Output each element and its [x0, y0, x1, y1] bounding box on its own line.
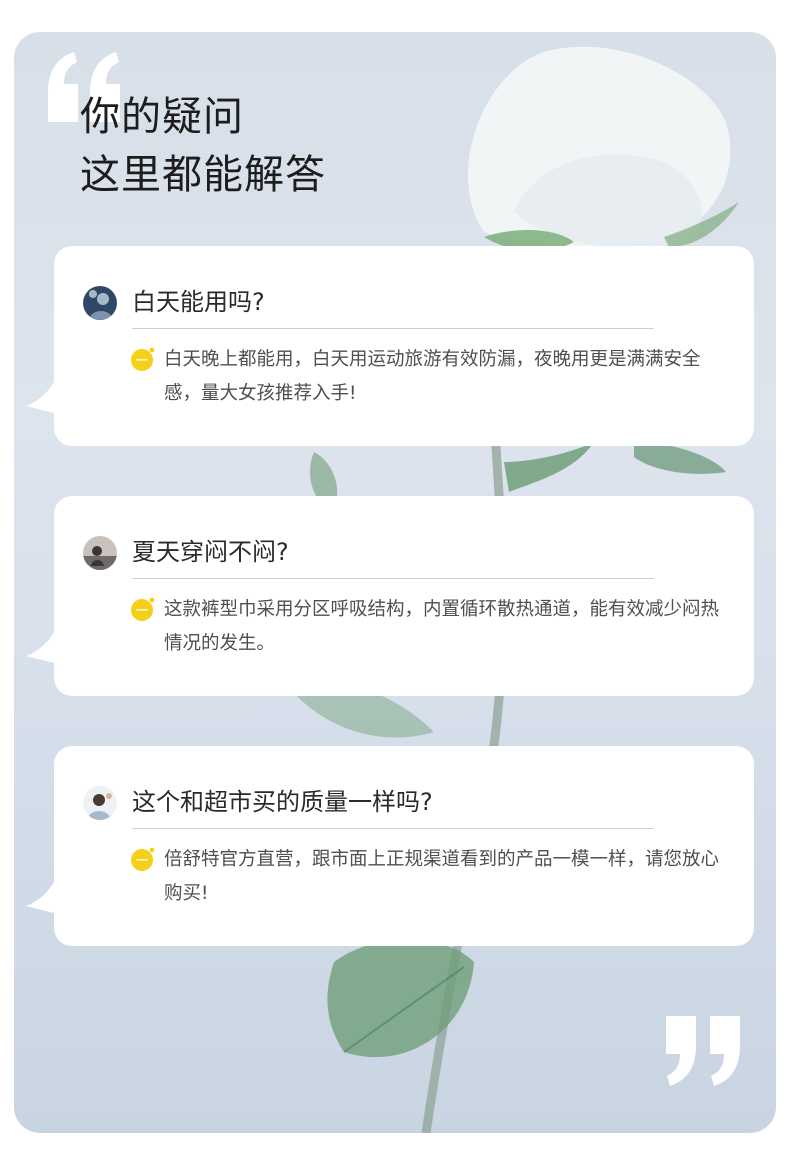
user-avatar	[83, 786, 117, 820]
faq-question: 这个和超市买的质量一样吗?	[132, 788, 433, 816]
close-quote-icon	[666, 1016, 740, 1086]
faq-panel: 你的疑问 这里都能解答 白天能用吗? 白天晚上都能用，白天用运动旅游有效防漏，夜…	[14, 32, 776, 1133]
faq-answer: 这款裤型巾采用分区呼吸结构，内置循环散热通道，能有效减少闷热情况的发生。	[164, 599, 720, 654]
divider	[132, 328, 654, 329]
faq-card: 夏天穿闷不闷? 这款裤型巾采用分区呼吸结构，内置循环散热通道，能有效减少闷热情况…	[26, 496, 754, 696]
avatar-photo-icon	[83, 536, 117, 570]
faq-card: 这个和超市买的质量一样吗? 倍舒特官方直营，跟市面上正规渠道看到的产品一模一样，…	[26, 746, 754, 946]
page-headline: 你的疑问 这里都能解答	[80, 88, 326, 204]
faq-question: 夏天穿闷不闷?	[132, 538, 289, 566]
user-avatar	[83, 286, 117, 320]
brand-badge-icon	[131, 847, 155, 871]
faq-question: 白天能用吗?	[132, 288, 265, 316]
headline-line-1: 你的疑问	[80, 94, 244, 140]
speech-bubble-tail	[26, 374, 58, 414]
avatar-photo-icon	[83, 786, 117, 820]
speech-bubble-tail	[26, 874, 58, 914]
speech-bubble-tail	[26, 624, 58, 664]
faq-card: 白天能用吗? 白天晚上都能用，白天用运动旅游有效防漏，夜晚用更是满满安全感，量大…	[26, 246, 754, 446]
faq-answer: 白天晚上都能用，白天用运动旅游有效防漏，夜晚用更是满满安全感，量大女孩推荐入手!	[164, 349, 701, 404]
divider	[132, 828, 654, 829]
divider	[132, 578, 654, 579]
brand-badge-icon	[131, 597, 155, 621]
avatar-photo-icon	[83, 286, 117, 320]
user-avatar	[83, 536, 117, 570]
faq-answer: 倍舒特官方直营，跟市面上正规渠道看到的产品一模一样，请您放心购买!	[164, 849, 720, 904]
brand-badge-icon	[131, 347, 155, 371]
headline-line-2: 这里都能解答	[80, 152, 326, 198]
